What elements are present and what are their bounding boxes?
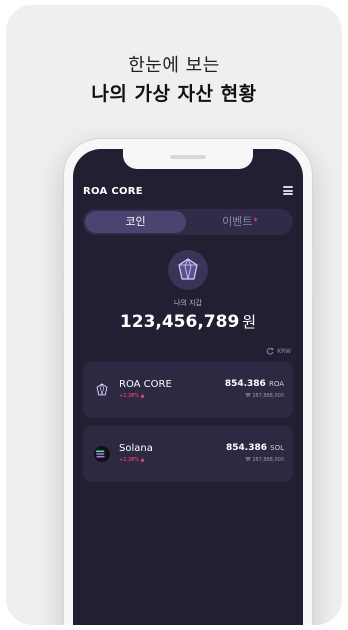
coin-krw-value: ₩ 287,888,000 <box>245 393 284 399</box>
phone-side-button <box>61 209 64 227</box>
phone-volume-down <box>61 279 64 311</box>
phone-notch <box>123 149 253 169</box>
currency-toggle[interactable]: KRW <box>266 347 291 355</box>
coin-card-solana[interactable]: Solana +2.38% ▲ 854.386 SOL ₩ 287,888,00… <box>83 426 293 482</box>
coin-balance: 854.386 SOL <box>226 443 284 453</box>
coin-card-roa[interactable]: ROA CORE +2.38% ▲ 854.386 ROA ₩ 287,888,… <box>83 362 293 418</box>
coin-krw-value: ₩ 287,888,000 <box>245 457 284 463</box>
refresh-icon <box>267 347 274 355</box>
tab-event[interactable]: 이벤트* <box>187 209 293 235</box>
wallet-amount-value: 123,456,789 <box>119 312 240 332</box>
wallet-amount: 123,456,789 원 <box>73 311 303 332</box>
headline-subtitle: 한눈에 보는 <box>128 55 220 76</box>
coin-balance-value: 854.386 <box>226 443 267 453</box>
wallet-gem-icon <box>168 250 208 290</box>
coin-name: ROA CORE <box>119 379 172 390</box>
phone-volume-up <box>61 239 64 271</box>
tab-coin[interactable]: 코인 <box>85 211 186 233</box>
phone-power-button <box>312 249 315 295</box>
phone-mockup: ROA CORE 코인 이벤트* 나의 지갑 123,456,789 원 KRW… <box>61 139 315 625</box>
event-badge: * <box>253 217 258 227</box>
coin-balance-value: 854.386 <box>224 379 266 389</box>
tab-event-label: 이벤트 <box>222 215 253 228</box>
app-screen: ROA CORE 코인 이벤트* 나의 지갑 123,456,789 원 KRW… <box>73 149 303 625</box>
coin-symbol: SOL <box>270 444 284 452</box>
coin-symbol: ROA <box>268 380 284 388</box>
menu-icon[interactable] <box>283 186 293 195</box>
coin-change: +2.38% ▲ <box>119 393 145 399</box>
coin-change: +2.38% ▲ <box>119 457 145 463</box>
coin-balance: 854.386 ROA <box>225 379 284 389</box>
headline-title: 나의 가상 자산 현황 <box>91 83 257 105</box>
wallet-amount-unit: 원 <box>242 313 257 331</box>
tab-coin-label: 코인 <box>125 215 146 228</box>
currency-label: KRW <box>277 347 291 355</box>
roa-gem-icon <box>93 381 111 399</box>
solana-icon <box>93 445 111 463</box>
promo-card: 한눈에 보는 나의 가상 자산 현황 ROA CORE 코인 이벤트* 나의 지… <box>6 5 342 625</box>
coin-name: Solana <box>119 443 153 454</box>
wallet-label: 나의 지갑 <box>174 299 202 307</box>
brand-logo: ROA CORE <box>83 186 143 197</box>
tab-bar: 코인 이벤트* <box>83 209 293 235</box>
